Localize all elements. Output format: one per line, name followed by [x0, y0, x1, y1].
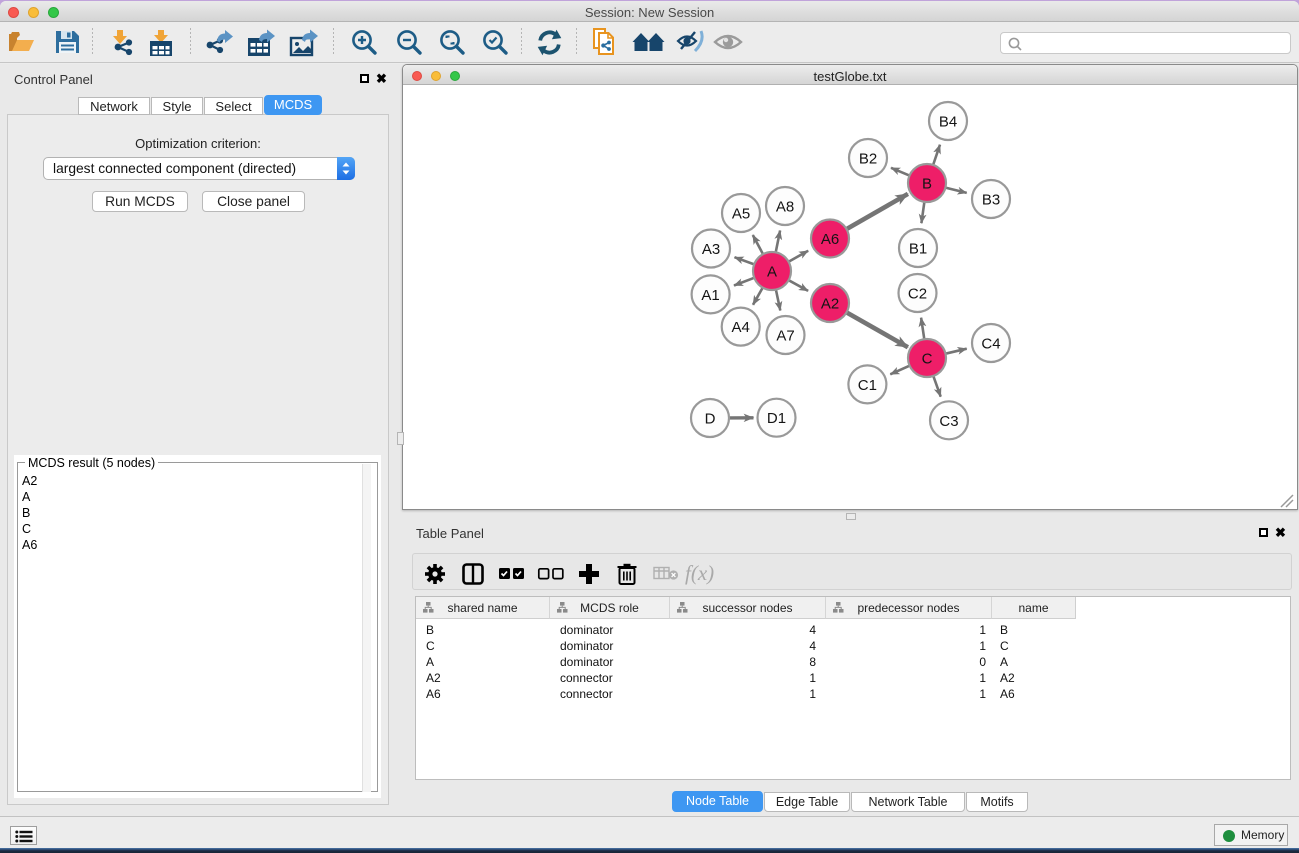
svg-text:A5: A5	[732, 206, 750, 223]
svg-text:A6: A6	[821, 231, 839, 248]
svg-text:B3: B3	[982, 192, 1000, 209]
svg-text:B4: B4	[939, 114, 957, 131]
svg-text:C3: C3	[939, 413, 958, 430]
svg-text:B1: B1	[909, 241, 927, 258]
svg-text:A8: A8	[776, 199, 794, 216]
svg-text:A2: A2	[821, 296, 839, 313]
svg-text:A: A	[767, 264, 777, 281]
svg-text:B2: B2	[859, 151, 877, 168]
svg-text:A7: A7	[776, 328, 794, 345]
svg-text:C: C	[922, 351, 933, 368]
svg-text:B: B	[922, 176, 932, 193]
svg-text:A4: A4	[732, 319, 750, 336]
svg-text:C2: C2	[908, 286, 927, 303]
svg-text:C1: C1	[858, 377, 877, 394]
svg-text:D1: D1	[767, 410, 786, 427]
svg-text:A1: A1	[701, 287, 719, 304]
svg-text:D: D	[705, 411, 716, 428]
svg-text:C4: C4	[981, 336, 1000, 353]
svg-text:A3: A3	[702, 241, 720, 258]
